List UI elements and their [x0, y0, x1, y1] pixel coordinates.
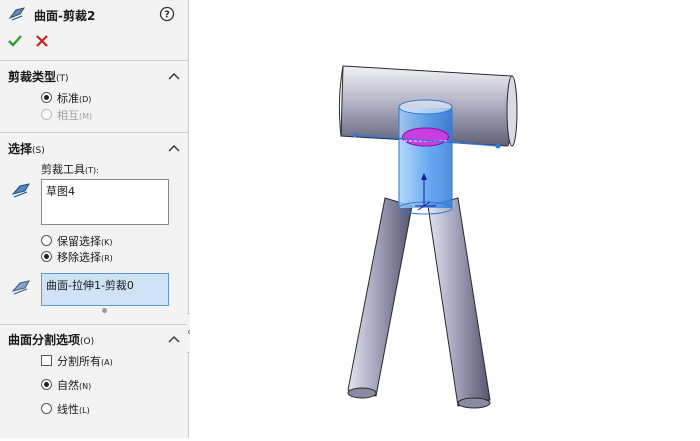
- trim-type-header-key: (T): [56, 74, 69, 84]
- pieces-to-remove-field[interactable]: 曲面-拉伸1-剪裁0: [41, 273, 169, 306]
- divider: [0, 132, 188, 133]
- surface-trim-icon: [8, 7, 26, 21]
- standard-radio[interactable]: [41, 92, 52, 103]
- surface-split-header[interactable]: 曲面分割选项(O): [8, 331, 94, 348]
- natural-radio[interactable]: [41, 379, 52, 390]
- resize-handle[interactable]: [102, 308, 107, 313]
- cancel-button[interactable]: [35, 34, 49, 48]
- selections-header-key: (S): [32, 146, 45, 156]
- feature-title: 曲面-剪裁2: [34, 9, 96, 23]
- trim-tool-label: 剪裁工具(T):: [41, 163, 99, 176]
- split-all-label: 分割所有(A): [57, 355, 113, 368]
- remove-selections-label: 移除选择(R): [57, 251, 113, 264]
- trim-tool-icon: [11, 183, 30, 198]
- selections-header-label: 选择: [8, 142, 33, 156]
- ok-button[interactable]: [7, 34, 23, 48]
- natural-label: 自然(N): [57, 379, 92, 392]
- trim-sketch-region[interactable]: [402, 127, 449, 147]
- keep-selections-label: 保留选择(K): [57, 235, 113, 248]
- selected-vertical-cylinder[interactable]: [398, 99, 453, 215]
- divider: [0, 324, 188, 325]
- collapse-chevron-icon[interactable]: [168, 143, 180, 153]
- linear-label: 线性(L): [57, 403, 90, 416]
- standard-option-label: 标准(D): [57, 92, 92, 105]
- surface-split-header-label: 曲面分割选项: [8, 333, 81, 347]
- graphics-area[interactable]: [190, 0, 700, 438]
- remove-selections-radio[interactable]: [41, 251, 52, 262]
- pieces-to-remove-value: 曲面-拉伸1-剪裁0: [46, 279, 134, 292]
- svg-text:?: ?: [164, 10, 170, 21]
- divider: [0, 60, 188, 61]
- mutual-radio: [41, 109, 52, 120]
- split-all-checkbox[interactable]: [41, 355, 52, 366]
- collapse-chevron-icon[interactable]: [168, 334, 180, 344]
- property-manager: 曲面-剪裁2 ? 剪裁类型(T) 标准(D) 相互(M) 选择(S) 剪裁工具(…: [0, 0, 189, 438]
- linear-radio[interactable]: [41, 403, 52, 414]
- trim-type-header-label: 剪裁类型: [8, 70, 57, 84]
- collapse-chevron-icon[interactable]: [168, 71, 180, 81]
- left-leg-surface[interactable]: [347, 197, 413, 399]
- trim-tool-value: 草图4: [46, 185, 75, 198]
- trim-tool-field[interactable]: 草图4: [41, 179, 169, 225]
- selections-header[interactable]: 选择(S): [8, 140, 45, 157]
- model-view: [338, 65, 518, 409]
- keep-selections-radio[interactable]: [41, 235, 52, 246]
- mutual-option-label: 相互(M): [57, 109, 93, 122]
- pieces-icon: [11, 280, 30, 295]
- surface-split-header-key: (O): [80, 337, 95, 347]
- right-leg-surface[interactable]: [427, 197, 491, 409]
- trim-type-header[interactable]: 剪裁类型(T): [8, 68, 69, 85]
- help-icon[interactable]: ?: [159, 6, 175, 22]
